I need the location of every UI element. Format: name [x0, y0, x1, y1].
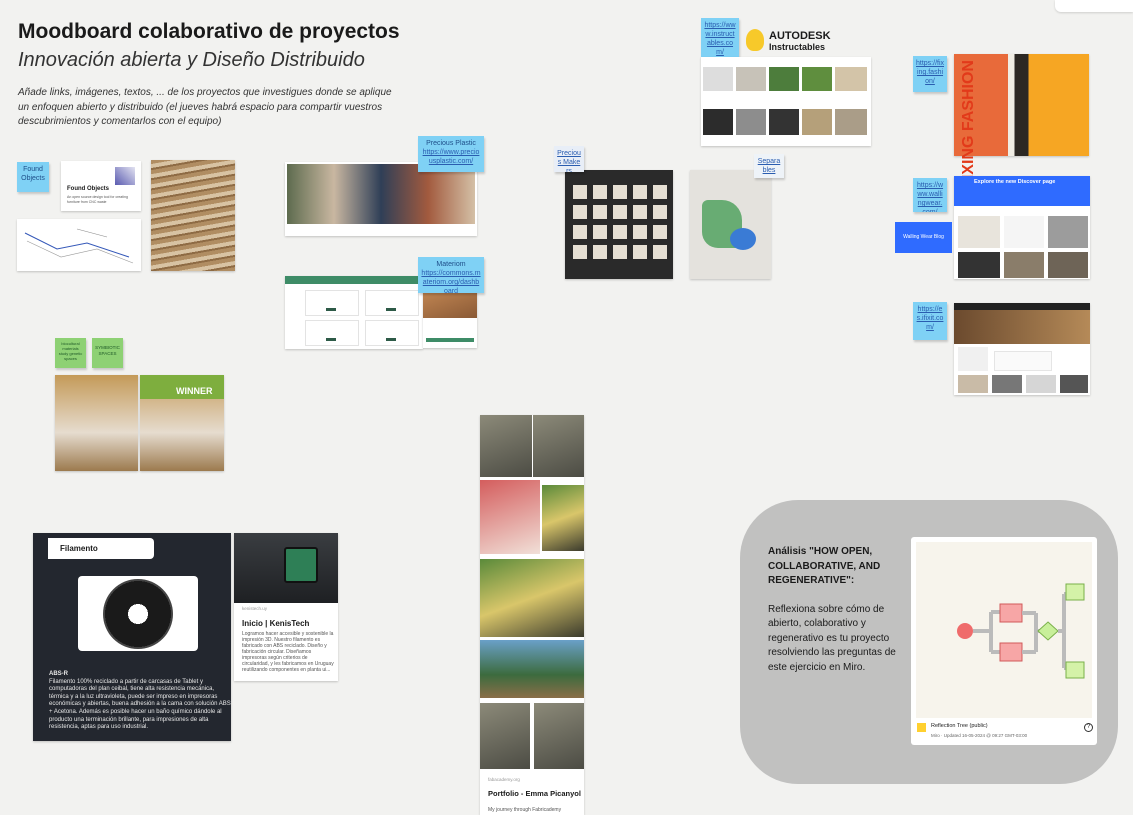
found-objects-thumbnail — [115, 167, 135, 185]
materiom-dashboard-card[interactable] — [285, 276, 423, 349]
precious-plastic-link[interactable]: https://www.preciousplastic.com/ — [421, 148, 481, 166]
wallingwear-link[interactable]: https://www.wallingwear.com/ — [916, 181, 944, 212]
analysis-body: Reflexiona sobre cómo de abierto, colabo… — [768, 603, 896, 673]
portfolio-card[interactable]: fabacademy.org Portfolio - Emma Picanyol… — [480, 415, 584, 815]
winner-label: WINNER — [176, 386, 213, 396]
portfolio-desc: My journey through Fabricademy — [488, 807, 562, 813]
filamento-body: Filamento 100% reciclado a partir de car… — [49, 678, 231, 731]
sticky-wallingwear[interactable]: https://www.wallingwear.com/ — [913, 178, 947, 212]
help-icon[interactable]: ? — [1084, 723, 1093, 732]
cnc-diagram-image[interactable] — [17, 219, 141, 271]
instructables-brand-autodesk: AUTODESK — [769, 30, 831, 42]
reed-structure-image-1[interactable] — [55, 375, 138, 471]
board-title: Moodboard colaborativo de proyectos — [18, 20, 400, 43]
reflection-tree-diagram — [916, 542, 1092, 718]
green-textile-image[interactable] — [690, 170, 771, 279]
precious-plastic-people-image — [287, 164, 475, 224]
board-corner-panel — [1055, 0, 1133, 12]
ifixit-link[interactable]: https://es.ifixit.com/ — [916, 305, 944, 332]
wallingwear-site-card[interactable]: Explore the new Discover page — [954, 176, 1090, 279]
filamento-tag: Filamento — [48, 538, 154, 559]
analysis-heading: Análisis "HOW OPEN, COLLABORATIVE, AND R… — [768, 546, 881, 586]
found-objects-desc: An open source design tool for creating … — [67, 195, 128, 204]
analysis-panel[interactable]: Análisis "HOW OPEN, COLLABORATIVE, AND R… — [740, 500, 1118, 784]
sticky-ifixit[interactable]: https://es.ifixit.com/ — [913, 302, 947, 340]
sticky-fixing-fashion[interactable]: https://fixing.fashion/ — [913, 56, 947, 92]
kenistech-body: Logramos hacer accesible y sostenible la… — [242, 631, 334, 673]
portfolio-title: Portfolio - Emma Picanyol — [488, 789, 581, 798]
filamento-text: ABS-R Filamento 100% reciclado a partir … — [49, 671, 231, 732]
materiom-sample-image[interactable] — [423, 286, 477, 348]
kenistech-title: Inicio | KenisTech — [242, 619, 310, 628]
sticky-materiom[interactable]: Materiom https://commons.materiom.org/da… — [418, 257, 484, 293]
instructables-brand-name: Instructables — [769, 42, 826, 52]
sticky-precious-makers[interactable]: Precious Makers — [554, 146, 584, 172]
analysis-text: Análisis "HOW OPEN, COLLABORATIVE, AND R… — [768, 545, 898, 675]
reflection-tree-svg — [957, 583, 1085, 679]
found-objects-title: Found Objects — [67, 186, 109, 192]
sticky-green-symbiotic[interactable]: SYMBIOTIC SPACES — [92, 338, 123, 368]
precious-plastic-people-card[interactable] — [285, 162, 477, 236]
kenistech-card[interactable]: kenistech.uy Inicio | KenisTech Logramos… — [234, 533, 338, 681]
ifixit-site-card[interactable] — [954, 303, 1090, 395]
wallingwear-blue-banner[interactable]: Walling Wear Blog — [895, 222, 952, 253]
filament-spool-image — [78, 576, 198, 651]
sticky-green-biocultural[interactable]: biocultural materials study genetic spac… — [55, 338, 86, 368]
portfolio-source: fabacademy.org — [488, 777, 520, 782]
wood-layers-image[interactable] — [151, 160, 235, 271]
fixing-fashion-text: FIXING FASHION — [960, 60, 977, 189]
instructables-robot-icon — [746, 29, 764, 51]
kenistech-source: kenistech.uy — [242, 606, 268, 611]
miro-embed-meta: Miro · Updated 16-05-2024 @ 09:27 GMT-03… — [931, 733, 1028, 738]
filamento-heading: ABS-R — [49, 671, 68, 677]
materiom-header-bar — [285, 276, 423, 284]
found-objects-card[interactable]: Found Objects An open source design tool… — [61, 161, 141, 211]
sticky-found-objects[interactable]: Found Objects — [17, 162, 49, 192]
wallingwear-banner-text: Explore the new Discover page — [974, 179, 1056, 185]
fixing-fashion-link[interactable]: https://fixing.fashion/ — [916, 59, 944, 86]
instructables-link[interactable]: https://www.instructables.com/ — [704, 21, 736, 57]
cnc-diagram-lines — [24, 228, 134, 264]
sticky-separables[interactable]: Separables — [754, 154, 784, 178]
board-subtitle: Innovación abierta y Diseño Distribuido — [18, 49, 365, 71]
filamento-card[interactable]: Filamento ABS-R Filamento 100% reciclado… — [33, 533, 231, 741]
miro-embed-card[interactable]: Reflection Tree (public) Miro · Updated … — [911, 537, 1097, 745]
board-intro: Añade links, imágenes, textos, ... de lo… — [18, 87, 392, 127]
miro-logo-icon — [917, 723, 926, 732]
materiom-link[interactable]: https://commons.materiom.org/dashboard — [421, 269, 481, 293]
fabric-samples-grid-image[interactable] — [565, 170, 673, 279]
sticky-instructables[interactable]: https://www.instructables.com/ — [701, 18, 739, 58]
sticky-precious-plastic[interactable]: Precious Plastic https://www.preciouspla… — [418, 136, 484, 172]
reed-structure-image-2[interactable]: WINNER — [140, 375, 224, 471]
miro-embed-title: Reflection Tree (public) — [931, 723, 988, 729]
instructables-projects-grid[interactable] — [701, 57, 871, 146]
kenistech-image — [234, 533, 338, 603]
